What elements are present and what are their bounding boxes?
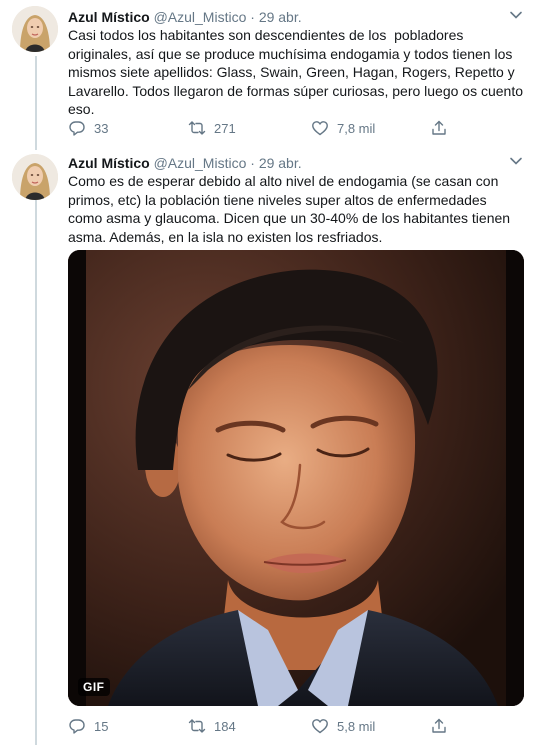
- heart-icon: [312, 719, 328, 734]
- gif-badge: GIF: [78, 678, 110, 696]
- display-name[interactable]: Azul Místico: [68, 155, 150, 171]
- reply-count: 33: [94, 120, 109, 136]
- tweet-header: Azul Místico @Azul_Mistico · 29 abr.: [68, 154, 302, 172]
- share-icon: [432, 120, 446, 135]
- heart-icon: [312, 121, 328, 136]
- tweet-header: Azul Místico @Azul_Mistico · 29 abr.: [68, 8, 302, 26]
- separator-dot: ·: [250, 155, 255, 171]
- like-count: 7,8 mil: [337, 120, 376, 136]
- retweet-button[interactable]: 184: [188, 716, 236, 736]
- share-button[interactable]: [430, 716, 448, 736]
- like-button[interactable]: 7,8 mil: [311, 118, 375, 138]
- tweet-date[interactable]: 29 abr.: [259, 155, 302, 171]
- tweet-actions: 15 184 5,8 mil: [68, 716, 468, 736]
- tweet[interactable]: Azul Místico @Azul_Mistico · 29 abr. Com…: [0, 146, 537, 750]
- reply-button[interactable]: 15: [68, 716, 108, 736]
- retweet-count: 184: [214, 718, 236, 734]
- chevron-down-icon[interactable]: [509, 8, 523, 22]
- user-handle[interactable]: @Azul_Mistico: [154, 9, 247, 25]
- reply-icon: [69, 719, 85, 734]
- gif-frame: [68, 250, 524, 706]
- chevron-down-icon[interactable]: [509, 154, 523, 168]
- like-button[interactable]: 5,8 mil: [311, 716, 375, 736]
- user-handle[interactable]: @Azul_Mistico: [154, 155, 247, 171]
- display-name[interactable]: Azul Místico: [68, 9, 150, 25]
- reply-icon: [69, 121, 85, 136]
- retweet-icon: [188, 719, 206, 733]
- avatar[interactable]: [12, 154, 58, 200]
- avatar[interactable]: [12, 6, 58, 52]
- tweet-text: Como es de esperar debido al alto nivel …: [68, 173, 511, 245]
- retweet-button[interactable]: 271: [188, 118, 236, 138]
- reply-count: 15: [94, 718, 109, 734]
- tweet-actions: 33 271 7,8 mil: [68, 118, 468, 138]
- share-button[interactable]: [430, 118, 448, 138]
- retweet-count: 271: [214, 120, 236, 136]
- tweet[interactable]: Azul Místico @Azul_Mistico · 29 abr. Cas…: [0, 0, 537, 146]
- tweet-text: Casi todos los habitantes son descendien…: [68, 27, 524, 118]
- share-icon: [432, 718, 446, 733]
- tweet-date[interactable]: 29 abr.: [259, 9, 302, 25]
- reply-button[interactable]: 33: [68, 118, 108, 138]
- gif-media[interactable]: GIF: [68, 250, 524, 706]
- like-count: 5,8 mil: [337, 718, 376, 734]
- separator-dot: ·: [250, 9, 255, 25]
- retweet-icon: [188, 121, 206, 135]
